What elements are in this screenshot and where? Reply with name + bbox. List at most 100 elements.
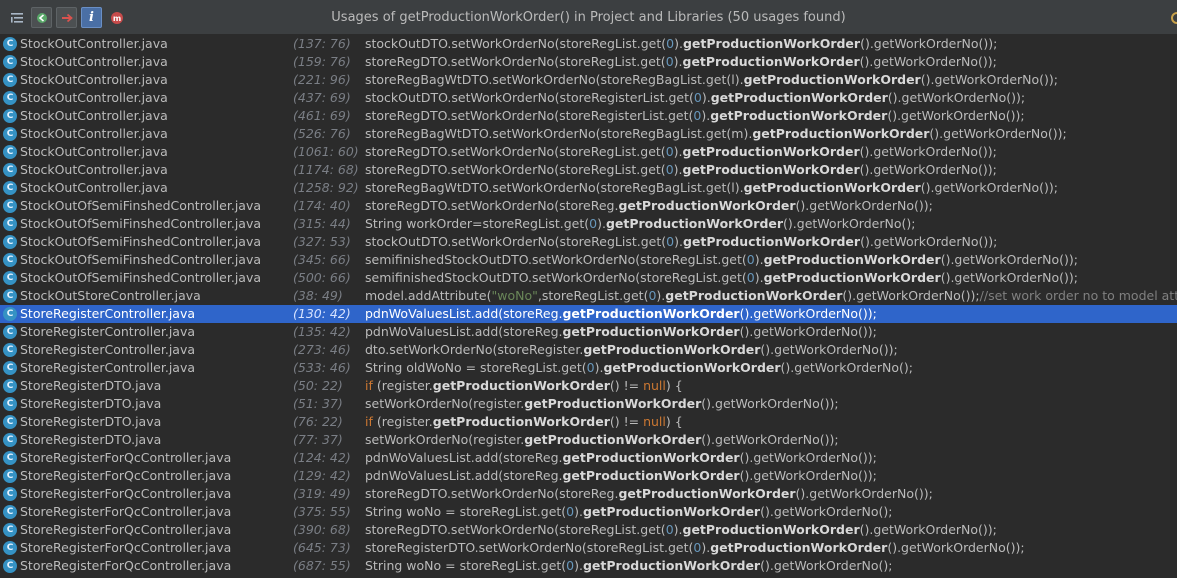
usage-code-line: storeRegDTO.setWorkOrderNo(storeRegList.… (365, 161, 997, 179)
usage-row[interactable]: C StockOutController.java (1258: 92) storeR… (0, 179, 1177, 197)
usage-location: (77: 37) (293, 432, 343, 447)
code-segment: () != (609, 414, 644, 429)
usage-row[interactable]: C StoreRegisterDTO.java (50: 22) if (regist… (0, 377, 1177, 395)
usage-code-line: storeRegDTO.setWorkOrderNo(storeRegList.… (365, 53, 997, 71)
title-bar: Usages of getProductionWorkOrder() in Pr… (0, 0, 1177, 35)
usage-row[interactable]: C StoreRegisterDTO.java (51: 37) setWorkOrd… (0, 395, 1177, 413)
class-icon: C (3, 487, 17, 501)
usage-row[interactable]: C StoreRegisterController.java (135: 42) pd… (0, 323, 1177, 341)
code-segment: ). (673, 522, 683, 537)
usage-row[interactable]: C StockOutStoreController.java (38: 49) mod… (0, 287, 1177, 305)
usage-file-name: StoreRegisterForQcController.java (20, 504, 232, 519)
usage-row[interactable]: C StockOutOfSemiFinshedController.java (34… (0, 251, 1177, 269)
settings-icon[interactable] (1169, 10, 1177, 24)
usage-code-line: storeRegBagWtDTO.setWorkOrderNo(storeReg… (365, 125, 1067, 143)
usage-file-name: StoreRegisterController.java (20, 360, 196, 375)
code-segment: 0 (666, 234, 675, 249)
class-icon: C (3, 343, 17, 357)
usage-location: (645: 73) (293, 540, 351, 555)
usage-row[interactable]: C StoreRegisterController.java (273: 46) dt… (0, 341, 1177, 359)
usage-location: (129: 42) (293, 468, 351, 483)
code-segment: storeRegBagWtDTO.setWorkOrderNo(storeReg… (365, 72, 744, 87)
usage-location: (315: 44) (293, 216, 351, 231)
class-icon: C (3, 469, 17, 483)
usage-row[interactable]: C StockOutOfSemiFinshedController.java (32… (0, 233, 1177, 251)
code-segment: storeRegDTO.setWorkOrderNo(storeRegList.… (365, 522, 666, 537)
code-segment: ). (574, 558, 583, 573)
code-segment: storeRegisterDTO.setWorkOrderNo(storeReg… (365, 540, 694, 555)
usage-row[interactable]: C StoreRegisterForQcController.java (375: … (0, 503, 1177, 521)
usage-row[interactable]: C StoreRegisterForQcController.java (390: … (0, 521, 1177, 539)
usage-file-name: StoreRegisterDTO.java (20, 432, 162, 447)
usage-code-line: String workOrder=storeRegList.get(0).get… (365, 215, 915, 233)
usage-file-name: StockOutController.java (20, 72, 168, 87)
usage-row[interactable]: C StockOutController.java (221: 96) storeRe… (0, 71, 1177, 89)
usage-file-name: StockOutController.java (20, 144, 168, 159)
usage-row[interactable]: C StoreRegisterForQcController.java (129: … (0, 467, 1177, 485)
usage-row[interactable]: C StoreRegisterForQcController.java (319: … (0, 485, 1177, 503)
usage-row[interactable]: C StockOutOfSemiFinshedController.java (31… (0, 215, 1177, 233)
expand-icon[interactable] (6, 7, 27, 28)
class-icon: C (3, 541, 17, 555)
usage-row[interactable]: C StockOutController.java (137: 76) stockOu… (0, 35, 1177, 53)
usage-file-name: StoreRegisterForQcController.java (20, 540, 232, 555)
code-segment: getProductionWorkOrder (743, 72, 921, 87)
usage-row[interactable]: C StoreRegisterController.java (130: 42) pd… (0, 305, 1177, 323)
usage-location: (327: 53) (293, 234, 351, 249)
code-segment: 0 (665, 162, 674, 177)
usage-file-name: StockOutController.java (20, 180, 168, 195)
code-segment: ().getWorkOrderNo()); (739, 306, 877, 321)
code-segment: storeRegDTO.setWorkOrderNo(storeRegister… (365, 108, 694, 123)
class-icon: C (3, 289, 17, 303)
usage-location: (319: 49) (293, 486, 351, 501)
usage-row[interactable]: C StoreRegisterForQcController.java (124: … (0, 449, 1177, 467)
class-icon: C (3, 451, 17, 465)
code-segment: getProductionWorkOrder (710, 90, 888, 105)
usage-code-line: model.addAttribute("woNo",storeRegList.g… (365, 287, 1177, 305)
usage-row[interactable]: C StockOutController.java (437: 69) stockOu… (0, 89, 1177, 107)
code-segment: storeRegBagWtDTO.setWorkOrderNo(storeReg… (365, 180, 744, 195)
next-usage-icon[interactable] (56, 7, 77, 28)
usage-row[interactable]: C StoreRegisterDTO.java (77: 37) setWorkOrd… (0, 431, 1177, 449)
previous-usage-icon[interactable] (31, 7, 52, 28)
code-segment: getProductionWorkOrder (618, 198, 796, 213)
usage-row[interactable]: C StockOutController.java (526: 76) storeRe… (0, 125, 1177, 143)
usage-code-line: pdnWoValuesList.add(storeReg.getProducti… (365, 467, 877, 485)
code-segment: String woNo = storeRegList.get( (365, 504, 567, 519)
usage-row[interactable]: C StoreRegisterForQcController.java (687: … (0, 557, 1177, 575)
svg-text:m: m (112, 14, 120, 23)
usage-row[interactable]: C StockOutOfSemiFinshedController.java (17… (0, 197, 1177, 215)
usage-row[interactable]: C StoreRegisterDTO.java (76: 22) if (regist… (0, 413, 1177, 431)
usage-file-name: StockOutController.java (20, 36, 168, 51)
class-icon: C (3, 73, 17, 87)
method-icon[interactable]: m (106, 7, 127, 28)
usage-location: (76: 22) (293, 414, 343, 429)
usage-code-line: setWorkOrderNo(register.getProductionWor… (365, 395, 839, 413)
code-segment: ().getWorkOrderNo()); (701, 432, 839, 447)
usage-row[interactable]: C StockOutController.java (461: 69) storeRe… (0, 107, 1177, 125)
code-segment: 0 (665, 54, 674, 69)
usage-code-line: String woNo = storeRegList.get(0).getPro… (365, 503, 893, 521)
usage-row[interactable]: C StoreRegisterController.java (533: 46) St… (0, 359, 1177, 377)
usage-row[interactable]: C StockOutOfSemiFinshedController.java (50… (0, 269, 1177, 287)
code-segment: ().getWorkOrderNo()); (920, 72, 1058, 87)
code-segment: model.addAttribute( (365, 288, 492, 303)
code-segment: pdnWoValuesList.add(storeReg. (365, 468, 563, 483)
usage-location: (390: 68) (293, 522, 351, 537)
info-icon[interactable]: i (81, 7, 102, 28)
usage-file-name: StockOutController.java (20, 108, 168, 123)
code-segment: storeRegDTO.setWorkOrderNo(storeRegList.… (365, 144, 666, 159)
code-segment: getProductionWorkOrder (682, 54, 860, 69)
usage-row[interactable]: C StoreRegisterForQcController.java (645: … (0, 539, 1177, 557)
class-icon: C (3, 199, 17, 213)
usage-row[interactable]: C StockOutController.java (159: 76) storeRe… (0, 53, 1177, 71)
usage-file-name: StoreRegisterForQcController.java (20, 450, 232, 465)
usage-row[interactable]: C StockOutController.java (1061: 60) storeR… (0, 143, 1177, 161)
code-segment: ). (673, 54, 683, 69)
class-icon: C (3, 163, 17, 177)
class-icon: C (3, 253, 17, 267)
usage-code-line: stockOutDTO.setWorkOrderNo(storeRegister… (365, 89, 1025, 107)
code-segment: getProductionWorkOrder (682, 162, 860, 177)
code-segment: getProductionWorkOrder (710, 540, 888, 555)
usage-row[interactable]: C StockOutController.java (1174: 68) storeR… (0, 161, 1177, 179)
